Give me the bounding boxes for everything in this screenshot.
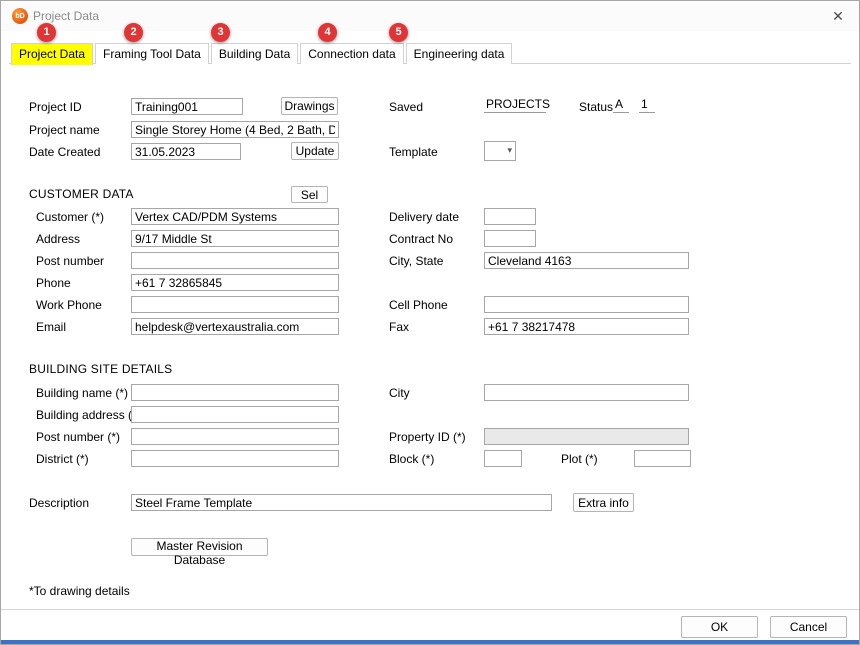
- site-post-number-label: Post number (*): [36, 430, 120, 444]
- extra-info-button[interactable]: Extra info: [573, 493, 634, 512]
- project-id-label: Project ID: [29, 100, 82, 114]
- chevron-down-icon: ▾: [507, 145, 512, 156]
- close-icon[interactable]: ✕: [829, 7, 847, 25]
- customer-input[interactable]: [131, 208, 339, 225]
- district-input[interactable]: [131, 450, 339, 467]
- site-post-number-input[interactable]: [131, 428, 339, 445]
- cancel-button[interactable]: Cancel: [770, 616, 847, 638]
- building-site-details-section-title: BUILDING SITE DETAILS: [29, 362, 172, 376]
- footer-divider: [1, 609, 859, 610]
- date-created-label: Date Created: [29, 145, 100, 159]
- saved-value: PROJECTS: [484, 97, 546, 113]
- drawings-button[interactable]: Drawings: [281, 97, 338, 115]
- badge-4: 4: [318, 23, 337, 42]
- site-city-input[interactable]: [484, 384, 689, 401]
- building-address-label: Building address (*): [36, 408, 141, 422]
- project-name-label: Project name: [29, 123, 100, 137]
- description-input[interactable]: [131, 494, 552, 511]
- window-title: Project Data: [33, 9, 99, 23]
- badge-3: 3: [211, 23, 230, 42]
- customer-data-section-title: CUSTOMER DATA: [29, 187, 134, 201]
- status-label: Status: [579, 100, 613, 114]
- template-label: Template: [389, 145, 438, 159]
- delivery-date-input[interactable]: [484, 208, 536, 225]
- block-input[interactable]: [484, 450, 522, 467]
- badge-1: 1: [37, 23, 56, 42]
- fax-label: Fax: [389, 320, 409, 334]
- tab-connection-data[interactable]: Connection data: [300, 43, 403, 64]
- post-number-input[interactable]: [131, 252, 339, 269]
- cell-phone-label: Cell Phone: [389, 298, 448, 312]
- building-address-input[interactable]: [131, 406, 339, 423]
- project-data-dialog: bD Project Data ✕ 1 2 3 4 5 Project Data…: [0, 0, 860, 645]
- district-label: District (*): [36, 452, 89, 466]
- tab-building-data[interactable]: Building Data: [211, 43, 298, 64]
- tab-framing-tool-data[interactable]: Framing Tool Data: [95, 43, 209, 64]
- status-a-value: A: [613, 97, 629, 113]
- plot-label: Plot (*): [561, 452, 598, 466]
- cell-phone-input[interactable]: [484, 296, 689, 313]
- work-phone-label: Work Phone: [36, 298, 102, 312]
- master-revision-database-button[interactable]: Master Revision Database: [131, 538, 268, 556]
- footnote: *To drawing details: [29, 584, 130, 598]
- customer-label: Customer (*): [36, 210, 104, 224]
- date-created-input[interactable]: [131, 143, 241, 160]
- badge-5: 5: [389, 23, 408, 42]
- phone-label: Phone: [36, 276, 71, 290]
- fax-input[interactable]: [484, 318, 689, 335]
- project-id-input[interactable]: [131, 98, 243, 115]
- saved-label: Saved: [389, 100, 423, 114]
- site-city-label: City: [389, 386, 410, 400]
- sel-button[interactable]: Sel: [291, 186, 328, 203]
- description-label: Description: [29, 496, 89, 510]
- work-phone-input[interactable]: [131, 296, 339, 313]
- tab-engineering-data[interactable]: Engineering data: [406, 43, 513, 64]
- project-name-input[interactable]: [131, 121, 339, 138]
- update-button[interactable]: Update: [291, 142, 339, 160]
- template-dropdown[interactable]: ▾: [484, 141, 516, 161]
- contract-no-input[interactable]: [484, 230, 536, 247]
- building-name-input[interactable]: [131, 384, 339, 401]
- building-name-label: Building name (*): [36, 386, 128, 400]
- app-logo-icon: bD: [12, 8, 28, 24]
- city-state-input[interactable]: [484, 252, 689, 269]
- ok-button[interactable]: OK: [681, 616, 758, 638]
- property-id-label: Property ID (*): [389, 430, 466, 444]
- post-number-label: Post number: [36, 254, 104, 268]
- email-label: Email: [36, 320, 66, 334]
- tab-project-data[interactable]: Project Data: [11, 43, 93, 65]
- contract-no-label: Contract No: [389, 232, 453, 246]
- badge-2: 2: [124, 23, 143, 42]
- tab-strip: Project Data Framing Tool Data Building …: [11, 43, 514, 64]
- email-input[interactable]: [131, 318, 339, 335]
- window-bottom-edge: [1, 640, 859, 644]
- status-1-value: 1: [639, 97, 655, 113]
- address-input[interactable]: [131, 230, 339, 247]
- city-state-label: City, State: [389, 254, 443, 268]
- block-label: Block (*): [389, 452, 434, 466]
- address-label: Address: [36, 232, 80, 246]
- plot-input[interactable]: [634, 450, 691, 467]
- property-id-input: [484, 428, 689, 445]
- phone-input[interactable]: [131, 274, 339, 291]
- delivery-date-label: Delivery date: [389, 210, 459, 224]
